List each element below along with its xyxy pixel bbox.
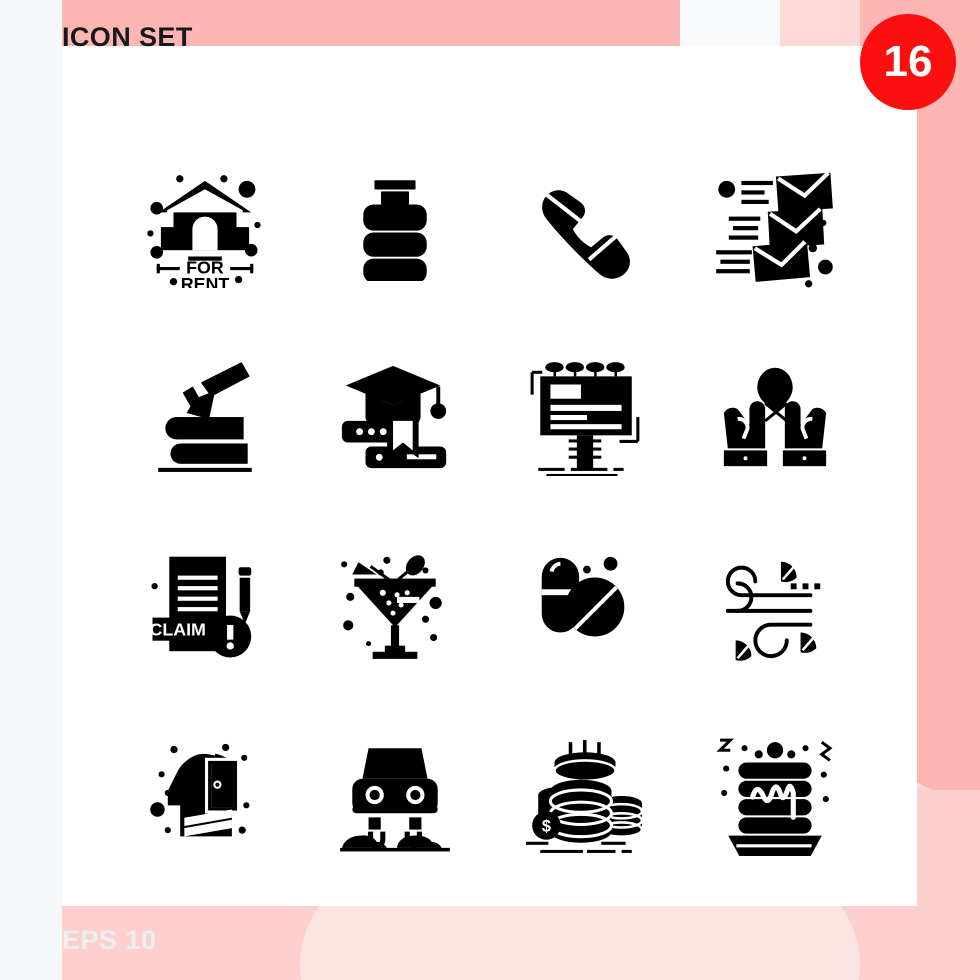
icon-cell-pancakes[interactable]	[680, 700, 870, 890]
graduation-cap-books-icon	[341, 365, 447, 469]
cocktail-glass-icon	[341, 555, 442, 659]
icon-cell-graduation-education[interactable]	[300, 320, 490, 510]
icon-cell-open-mind[interactable]	[110, 700, 300, 890]
icon-cell-bulk-email[interactable]	[680, 130, 870, 320]
icon-set-canvas: ICON SET 16 FOR RENT CLAIM $ EPS 10	[0, 0, 980, 980]
icon-count-badge-value: 16	[883, 37, 933, 86]
icon-cell-wind-leaves[interactable]	[680, 510, 870, 700]
icon-count-badge: 16	[860, 14, 956, 110]
icon-cell-car-snow[interactable]	[300, 700, 490, 890]
svg-text:$: $	[542, 818, 551, 836]
claim-document-icon: CLAIM	[149, 556, 252, 658]
telephone-handset-icon	[542, 190, 630, 279]
coin-stack-dollar-icon: $	[526, 740, 644, 853]
water-bottle-icon	[363, 180, 427, 281]
icon-cell-hands-balloon[interactable]	[680, 320, 870, 510]
footer-label: EPS 10	[62, 925, 157, 955]
svg-text:CLAIM: CLAIM	[149, 619, 205, 639]
axe-wood-logs-icon	[158, 362, 252, 472]
svg-text:RENT: RENT	[181, 274, 230, 288]
icon-cell-telephone[interactable]	[490, 130, 680, 320]
background-shape-left-strip	[0, 0, 62, 980]
icon-cell-billboard[interactable]	[490, 320, 680, 510]
house-for-rent-icon: FOR RENT	[147, 175, 261, 288]
icon-grid: FOR RENT CLAIM $	[110, 130, 870, 890]
icon-cell-house-for-rent[interactable]: FOR RENT	[110, 130, 300, 320]
icon-cell-water-bottle[interactable]	[300, 130, 490, 320]
car-snow-icon	[340, 748, 450, 852]
hands-holding-balloon-icon	[723, 367, 827, 467]
icon-cell-coin-stack[interactable]: $	[490, 700, 680, 890]
pancakes-syrup-icon	[716, 738, 833, 856]
open-mind-door-head-icon	[150, 743, 250, 837]
bulk-email-icon	[716, 171, 833, 288]
pills-medicine-icon	[541, 556, 625, 637]
billboard-icon	[530, 362, 640, 476]
wind-leaves-icon	[725, 561, 821, 661]
page-title: ICON SET	[62, 22, 193, 52]
icon-cell-axe-logs[interactable]	[110, 320, 300, 510]
icon-cell-pills[interactable]	[490, 510, 680, 700]
icon-cell-claim-document[interactable]: CLAIM	[110, 510, 300, 700]
icon-cell-cocktail[interactable]	[300, 510, 490, 700]
